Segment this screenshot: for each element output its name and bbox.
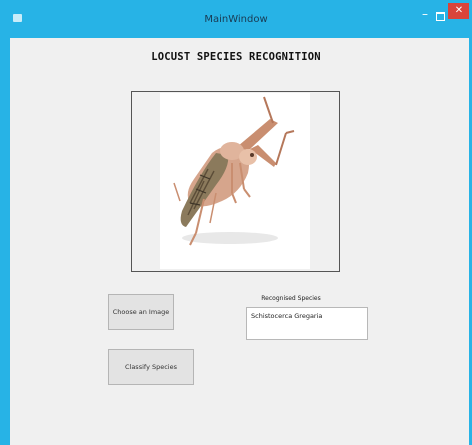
title-bar[interactable]: MainWindow – ✕ [0, 0, 472, 38]
recognised-species-field[interactable]: Schistocerca Gregaria [246, 307, 368, 340]
image-display [131, 91, 340, 272]
recognised-species-label: Recognised Species [261, 295, 321, 302]
choose-image-button[interactable]: Choose an Image [108, 294, 174, 330]
close-button[interactable]: ✕ [448, 3, 470, 19]
locust-image [160, 93, 310, 269]
page-title: LOCUST SPECIES RECOGNITION [151, 51, 321, 63]
classify-species-button[interactable]: Classify Species [108, 349, 194, 385]
window-title: MainWindow [204, 14, 268, 25]
main-window: MainWindow – ✕ LOCUST SPECIES RECOGNITIO… [0, 0, 472, 445]
maximize-icon [435, 12, 445, 21]
minimize-button[interactable]: – [418, 8, 432, 22]
maximize-button[interactable] [434, 6, 446, 21]
window-frame-left [0, 0, 10, 445]
locust-illustration [173, 96, 295, 246]
